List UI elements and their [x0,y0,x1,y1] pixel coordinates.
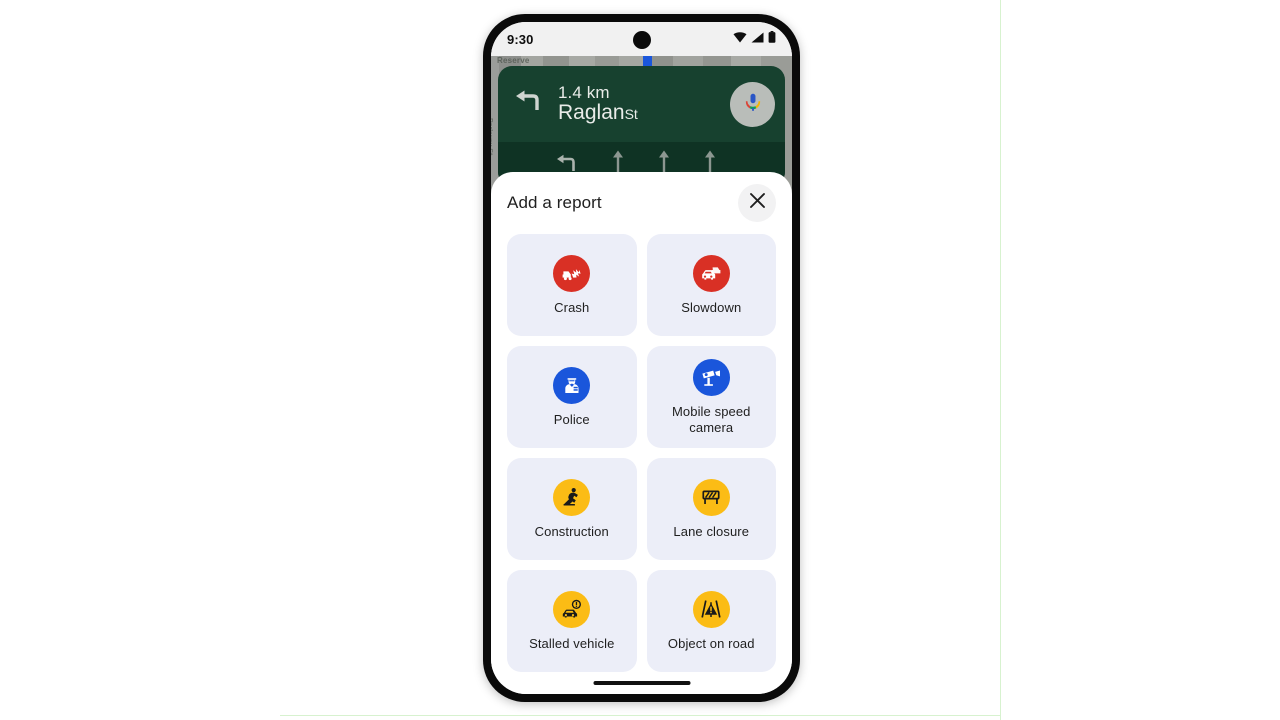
navigation-distance: 1.4 km [558,82,610,102]
lane-closure-icon [692,478,730,516]
report-tile-label: Slowdown [681,299,742,315]
cellular-signal-icon [751,30,764,48]
crash-icon [553,254,591,292]
slowdown-icon [692,254,730,292]
front-camera-punch-hole [632,31,651,49]
status-bar-icons [733,30,776,48]
report-tile-crash[interactable]: Crash [507,234,637,336]
object-on-road-icon [692,590,730,628]
navigation-text: 1.4 km RaglanSt [558,82,730,125]
navigation-instruction: 1.4 km RaglanSt [498,66,785,142]
close-button[interactable] [738,184,776,222]
report-tile-slowdown[interactable]: Slowdown [646,234,776,336]
report-type-grid: Crash Slowdown Police Mobile speed camer… [507,234,776,672]
report-tile-mobile-speed-camera[interactable]: Mobile speed camera [646,346,776,448]
navigation-street-name: Raglan [558,101,625,125]
report-tile-label: Mobile speed camera [671,403,751,435]
status-bar: 9:30 [491,22,792,56]
map-street-label: Parkway St [491,118,493,156]
report-tile-label: Lane closure [673,523,750,539]
report-tile-object-on-road[interactable]: Object on road [646,570,776,672]
add-report-bottom-sheet: Add a report Crash Slowdown Police Mobil… [491,172,792,694]
report-tile-label: Stalled vehicle [529,635,615,651]
microphone-icon [742,91,764,118]
layout-guide-horizontal [280,715,1000,716]
report-tile-police[interactable]: Police [507,346,637,448]
battery-icon [768,30,776,48]
layout-guide-vertical [1000,0,1001,720]
report-tile-label: Police [553,411,590,427]
report-tile-label: Crash [554,299,590,315]
home-indicator[interactable] [593,681,690,685]
report-tile-label: Construction [534,523,609,539]
navigation-card: 1.4 km RaglanSt [498,66,785,186]
report-tile-label: Object on road [667,635,755,651]
status-bar-time: 9:30 [507,31,534,47]
voice-search-button[interactable] [730,81,775,127]
construction-icon [553,478,591,516]
map-place-label: Reserve [497,56,530,65]
phone-frame: 9:30 Reserve Parkway St 1.4 km RaglanSt … [483,14,800,702]
report-tile-stalled-vehicle[interactable]: Stalled vehicle [507,570,637,672]
report-tile-construction[interactable]: Construction [507,458,637,560]
page-title: Add a report [507,193,602,212]
wifi-icon [733,30,747,48]
close-icon [749,192,766,214]
sheet-header: Add a report [507,172,776,234]
police-icon [553,366,591,404]
report-tile-lane-closure[interactable]: Lane closure [646,458,776,560]
speed-camera-icon [692,358,730,396]
navigation-street-suffix: St [624,106,638,123]
turn-left-arrow-icon [512,85,546,124]
stalled-vehicle-icon [553,590,591,628]
phone-screen: 9:30 Reserve Parkway St 1.4 km RaglanSt … [491,22,792,694]
navigation-street: RaglanSt [558,102,730,124]
